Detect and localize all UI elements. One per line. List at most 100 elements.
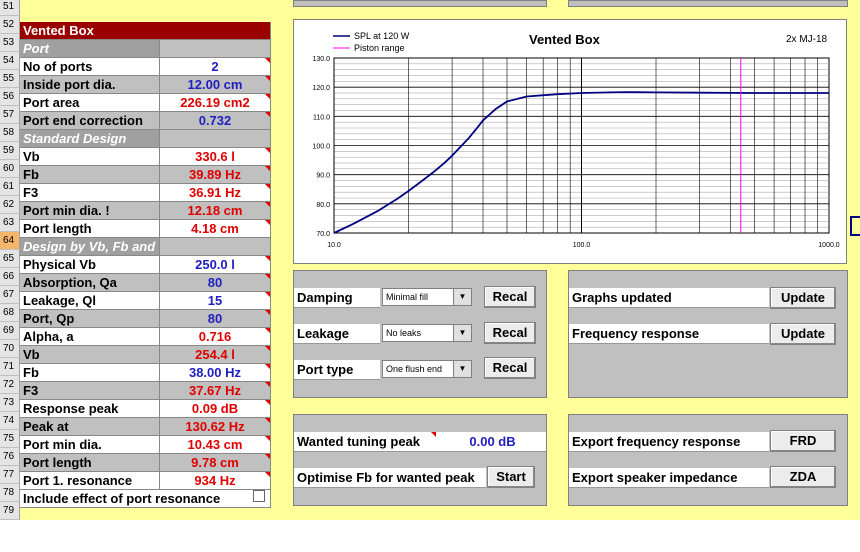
- export-frequency-label: Export frequency response: [569, 432, 769, 452]
- row-value[interactable]: 934 Hz: [160, 472, 271, 490]
- port-type-label: Port type: [294, 360, 380, 380]
- row-header[interactable]: 61: [0, 178, 20, 196]
- row-header[interactable]: 73: [0, 394, 20, 412]
- row-header[interactable]: 53: [0, 34, 20, 52]
- damping-value: Minimal fill: [386, 292, 429, 302]
- leakage-dropdown[interactable]: No leaks ▼: [382, 324, 472, 342]
- row-header[interactable]: 52: [0, 16, 20, 34]
- port-type-recal-button[interactable]: Recal: [484, 357, 536, 379]
- row-label: No of ports: [20, 58, 160, 76]
- row-value[interactable]: 0.716: [160, 328, 271, 346]
- port-type-value: One flush end: [386, 364, 443, 374]
- wanted-tuning-peak-input[interactable]: 0.00 dB: [436, 432, 546, 452]
- row-header[interactable]: 65: [0, 250, 20, 268]
- row-header[interactable]: 78: [0, 484, 20, 502]
- row-header[interactable]: 58: [0, 124, 20, 142]
- row-value[interactable]: 12.18 cm: [160, 202, 271, 220]
- row-value[interactable]: 80: [160, 274, 271, 292]
- graphs-updated-label: Graphs updated: [569, 288, 769, 308]
- row-value[interactable]: 38.00 Hz: [160, 364, 271, 382]
- row-value[interactable]: 36.91 Hz: [160, 184, 271, 202]
- row-header[interactable]: 66: [0, 268, 20, 286]
- row-value[interactable]: 130.62 Hz: [160, 418, 271, 436]
- y-tick-labels: 130.0 120.0 110.0 100.0 90.0 80.0 70.0: [312, 56, 330, 238]
- row-label: Fb: [20, 364, 160, 382]
- row-header[interactable]: 75: [0, 430, 20, 448]
- y-tick-label: 100.0: [312, 144, 330, 151]
- row-header[interactable]: 63: [0, 214, 20, 232]
- row-header[interactable]: 62: [0, 196, 20, 214]
- export-zda-button[interactable]: ZDA: [770, 466, 836, 488]
- section-design: Design by Vb, Fb and Q: [20, 238, 160, 256]
- y-tick-label: 70.0: [316, 231, 330, 238]
- damping-label: Damping: [294, 288, 380, 308]
- row-value[interactable]: 39.89 Hz: [160, 166, 271, 184]
- x-tick-label: 1000.0: [818, 242, 840, 249]
- export-panel: [568, 414, 848, 506]
- row-header[interactable]: 59: [0, 142, 20, 160]
- row-value[interactable]: 12.00 cm: [160, 76, 271, 94]
- row-label: Peak at: [20, 418, 160, 436]
- row-header[interactable]: 72: [0, 376, 20, 394]
- y-tick-label: 90.0: [316, 173, 330, 180]
- row-header[interactable]: 70: [0, 340, 20, 358]
- section-port-fill: [160, 40, 271, 58]
- graphs-update-button[interactable]: Update: [770, 287, 836, 309]
- row-header[interactable]: 68: [0, 304, 20, 322]
- export-frd-button[interactable]: FRD: [770, 430, 836, 452]
- row-header[interactable]: 76: [0, 448, 20, 466]
- row-value[interactable]: 250.0 l: [160, 256, 271, 274]
- row-value[interactable]: 226.19 cm2: [160, 94, 271, 112]
- row-header[interactable]: 77: [0, 466, 20, 484]
- row-value[interactable]: 0.732: [160, 112, 271, 130]
- row-value[interactable]: 0.09 dB: [160, 400, 271, 418]
- chart-edge-marker: [850, 216, 860, 236]
- row-header[interactable]: 74: [0, 412, 20, 430]
- row-header[interactable]: 71: [0, 358, 20, 376]
- table-title: Vented Box: [20, 22, 271, 40]
- row-header[interactable]: 57: [0, 106, 20, 124]
- row-label: Port length: [20, 220, 160, 238]
- include-port-resonance-label: Include effect of port resonance: [23, 491, 221, 506]
- row-header[interactable]: 54: [0, 52, 20, 70]
- row-header[interactable]: 55: [0, 70, 20, 88]
- chevron-down-icon: ▼: [453, 289, 471, 305]
- section-standard-fill: [160, 130, 271, 148]
- row-header[interactable]: 60: [0, 160, 20, 178]
- row-value[interactable]: 4.18 cm: [160, 220, 271, 238]
- row-header[interactable]: 69: [0, 322, 20, 340]
- row-value[interactable]: 9.78 cm: [160, 454, 271, 472]
- row-label: Vb: [20, 148, 160, 166]
- row-header[interactable]: 64: [0, 232, 20, 250]
- row-header[interactable]: 51: [0, 0, 20, 16]
- row-header[interactable]: 79: [0, 502, 20, 520]
- row-value[interactable]: 10.43 cm: [160, 436, 271, 454]
- row-label: Port min dia. !: [20, 202, 160, 220]
- spreadsheet: 51 52 53 54 55 56 57 58 59 60 61 62 63 64 65 66 67 68 69 70…: [0, 0, 860, 520]
- leakage-recal-button[interactable]: Recal: [484, 322, 536, 344]
- row-label: Port area: [20, 94, 160, 112]
- row-label: Physical Vb: [20, 256, 160, 274]
- row-header[interactable]: 56: [0, 88, 20, 106]
- damping-dropdown[interactable]: Minimal fill ▼: [382, 288, 472, 306]
- include-port-resonance-checkbox[interactable]: [253, 490, 265, 502]
- row-value[interactable]: 254.4 l: [160, 346, 271, 364]
- wanted-tuning-peak-label: Wanted tuning peak: [294, 432, 436, 452]
- frequency-update-button[interactable]: Update: [770, 323, 836, 345]
- damping-recal-button[interactable]: Recal: [484, 286, 536, 308]
- row-value[interactable]: 37.67 Hz: [160, 382, 271, 400]
- x-tick-label: 100.0: [573, 242, 591, 249]
- row-header[interactable]: 67: [0, 286, 20, 304]
- row-label: Response peak: [20, 400, 160, 418]
- optimise-start-button[interactable]: Start: [487, 466, 535, 488]
- port-type-dropdown[interactable]: One flush end ▼: [382, 360, 472, 378]
- chart-subtitle: 2x MJ-18: [786, 34, 828, 45]
- frequency-response-label: Frequency response: [569, 324, 769, 344]
- row-value[interactable]: 330.6 l: [160, 148, 271, 166]
- row-value[interactable]: 80: [160, 310, 271, 328]
- row-label: Port, Qp: [20, 310, 160, 328]
- row-value[interactable]: 2: [160, 58, 271, 76]
- row-value[interactable]: 15: [160, 292, 271, 310]
- top-strip-2: [568, 0, 848, 7]
- export-impedance-label: Export speaker impedance: [569, 468, 769, 488]
